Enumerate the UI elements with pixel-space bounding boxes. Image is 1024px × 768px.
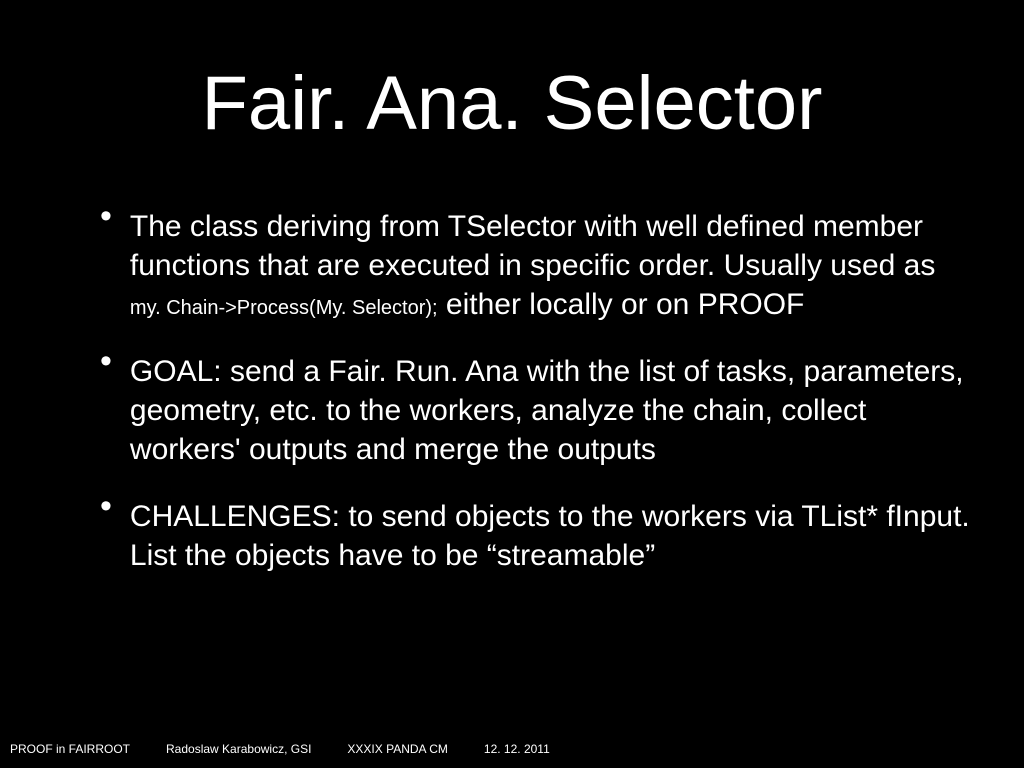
bullet-text-before: GOAL: send a Fair. Run. Ana with the lis… xyxy=(130,355,964,466)
slide-content: • The class deriving from TSelector with… xyxy=(50,207,974,575)
bullet-code: my. Chain->Process(My. Selector); xyxy=(130,297,438,319)
bullet-text-before: The class deriving from TSelector with w… xyxy=(130,210,935,282)
footer: PROOF in FAIRROOT Radoslaw Karabowicz, G… xyxy=(10,742,550,756)
bullet-icon: • xyxy=(100,204,112,324)
bullet-text: CHALLENGES: to send objects to the worke… xyxy=(130,497,974,575)
bullet-text: GOAL: send a Fair. Run. Ana with the lis… xyxy=(130,352,974,469)
bullet-icon: • xyxy=(100,494,112,575)
bullet-icon: • xyxy=(100,349,112,469)
footer-event: XXXIX PANDA CM xyxy=(347,742,447,756)
slide-title: Fair. Ana. Selector xyxy=(50,60,974,147)
bullet-text-after: either locally or on PROOF xyxy=(438,288,805,321)
bullet-text-before: CHALLENGES: to send objects to the worke… xyxy=(130,500,970,572)
bullet-item: • The class deriving from TSelector with… xyxy=(100,207,974,324)
bullet-text: The class deriving from TSelector with w… xyxy=(130,207,974,324)
bullet-item: • CHALLENGES: to send objects to the wor… xyxy=(100,497,974,575)
footer-date: 12. 12. 2011 xyxy=(484,742,550,756)
footer-author: Radoslaw Karabowicz, GSI xyxy=(166,742,311,756)
bullet-item: • GOAL: send a Fair. Run. Ana with the l… xyxy=(100,352,974,469)
footer-left: PROOF in FAIRROOT xyxy=(10,742,130,756)
slide: Fair. Ana. Selector • The class deriving… xyxy=(0,0,1024,768)
